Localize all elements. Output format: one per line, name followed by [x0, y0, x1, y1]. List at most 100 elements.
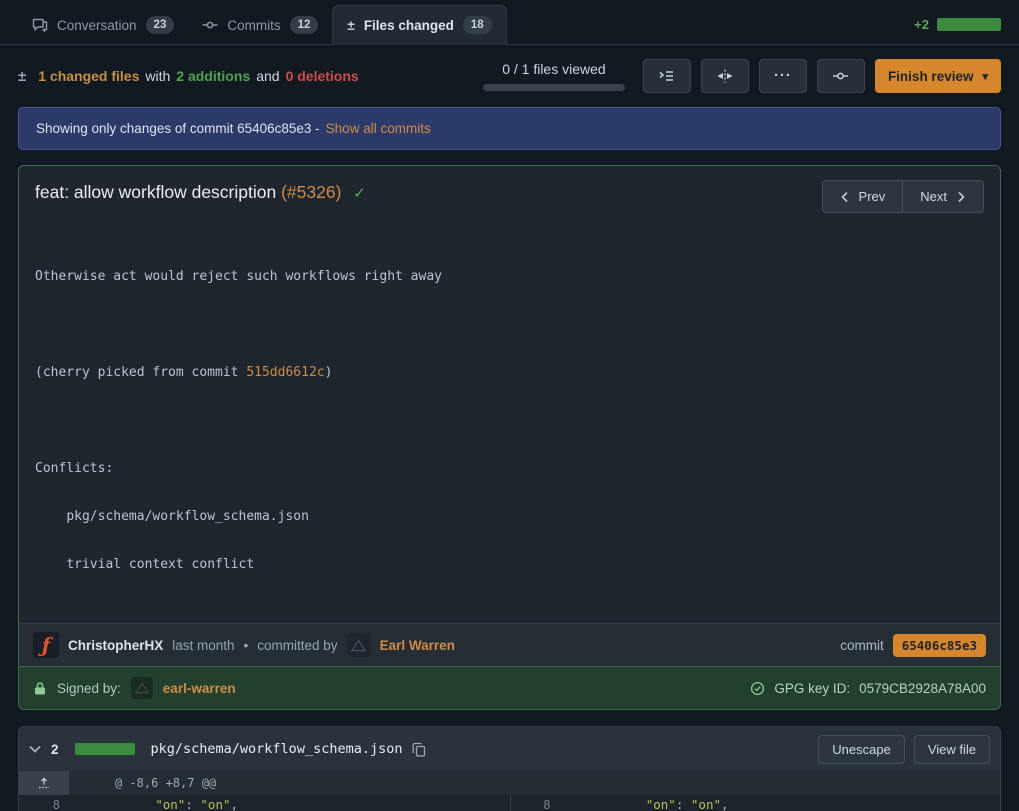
kebab-icon: ··· [774, 71, 792, 81]
lock-icon [33, 681, 47, 696]
committed-by-label: committed by [257, 638, 337, 653]
hunk-header-text: @ -8,6 +8,7 @@ [69, 771, 1000, 795]
copy-path-icon[interactable] [412, 742, 426, 757]
conversation-icon [32, 17, 48, 33]
triangle-avatar-icon [135, 682, 149, 694]
gpg-key-id: 0579CB2928A78A00 [859, 681, 986, 696]
expand-hunk-button[interactable] [19, 771, 69, 795]
signed-by-label: Signed by: [57, 681, 121, 696]
diff-code-cell: "on": "on", [95, 795, 510, 811]
prev-commit-button[interactable]: Prev [823, 181, 903, 212]
commit-author-row: ƒ ChristopherHX last month • committed b… [19, 623, 1000, 666]
cherry-pick-text: ) [325, 365, 333, 380]
committer-name-link[interactable]: Earl Warren [380, 638, 455, 653]
conflict-note: trivial context conflict [35, 557, 984, 573]
deletions-count: 0 deletions [286, 68, 359, 84]
commit-title-text: feat: allow workflow description [35, 182, 276, 202]
caret-down-icon: ▾ [982, 70, 988, 83]
committer-avatar[interactable] [347, 633, 371, 657]
commit-message-box: feat: allow workflow description (#5326)… [18, 165, 1001, 710]
author-name-link[interactable]: ChristopherHX [68, 638, 163, 653]
commits-icon [202, 17, 218, 33]
commit-message-line: Otherwise act would reject such workflow… [35, 269, 984, 285]
review-controls: 0 / 1 files viewed ··· Finish review ▾ [483, 59, 1001, 93]
summary-text: with [145, 68, 170, 84]
gpg-key-info: GPG key ID: 0579CB2928A78A00 [750, 681, 986, 696]
tab-count-badge: 18 [463, 16, 492, 34]
cherry-pick-line: (cherry picked from commit 515dd6612c) [35, 365, 984, 381]
split-view-toggle-button[interactable] [701, 59, 749, 93]
signer-avatar[interactable] [131, 677, 153, 699]
tab-count-badge: 23 [146, 16, 175, 34]
file-diffstat-bar [75, 743, 135, 755]
commit-label: commit [840, 638, 884, 653]
signer-name-link[interactable]: earl-warren [163, 681, 236, 696]
files-viewed-progressbar [483, 84, 625, 91]
verified-check-icon: ✓ [353, 185, 366, 202]
commit-time: last month [172, 638, 234, 653]
tab-label: Commits [227, 18, 280, 33]
files-viewed: 0 / 1 files viewed [483, 61, 625, 91]
next-label: Next [920, 189, 947, 204]
diffstat-bar [937, 18, 1001, 31]
files-viewed-label: 0 / 1 files viewed [502, 61, 606, 77]
issue-reference-link[interactable]: (#5326) [281, 182, 341, 202]
triangle-avatar-icon [351, 639, 366, 652]
tab-count-badge: 12 [290, 16, 319, 34]
collapse-file-chevron[interactable] [29, 745, 41, 753]
tab-files-changed[interactable]: ± Files changed 18 [332, 5, 506, 45]
dot-separator: • [244, 638, 249, 653]
tab-conversation[interactable]: Conversation 23 [18, 6, 188, 44]
commit-filter-notice: Showing only changes of commit 65406c85e… [18, 107, 1001, 150]
diff-code-cell: "on": "on", [586, 795, 1001, 811]
next-commit-button[interactable]: Next [902, 181, 983, 212]
blank-line [35, 317, 984, 333]
cherry-pick-hash-link[interactable]: 515dd6612c [246, 365, 324, 380]
file-changed-lines-count: 2 [51, 742, 59, 757]
view-file-button[interactable]: View file [914, 735, 990, 764]
finish-review-label: Finish review [888, 69, 974, 84]
file-header-buttons: Unescape View file [818, 735, 990, 764]
tab-commits[interactable]: Commits 12 [188, 6, 332, 44]
diff-rows: 8 "on": "on",8 "on": "on",9 "name": "wor… [19, 795, 1000, 811]
author-avatar[interactable]: ƒ [33, 632, 59, 658]
finish-review-button[interactable]: Finish review ▾ [875, 59, 1001, 93]
file-tree-toggle-button[interactable] [643, 59, 691, 93]
diff-file-box: 2 pkg/schema/workflow_schema.json Unesca… [18, 726, 1001, 811]
gpg-key-label: GPG key ID: [774, 681, 850, 696]
chevron-left-icon [840, 191, 850, 203]
tab-label: Conversation [57, 18, 137, 33]
file-tree-icon [658, 68, 675, 84]
prev-next-group: Prev Next [822, 180, 984, 213]
chevron-right-icon [956, 191, 966, 203]
hunk-header-row: @ -8,6 +8,7 @@ [19, 771, 1000, 795]
commit-title: feat: allow workflow description (#5326)… [35, 180, 366, 206]
diffstat-additions: +2 [914, 17, 929, 32]
prev-label: Prev [859, 189, 886, 204]
split-view-icon [717, 68, 733, 84]
changed-files-summary: ± 1 changed files with 2 additions and 0… [0, 45, 1019, 107]
unescape-button[interactable]: Unescape [818, 735, 905, 764]
diff-file-header: 2 pkg/schema/workflow_schema.json Unesca… [19, 727, 1000, 771]
changed-files-count: 1 changed files [38, 68, 139, 84]
commit-hash-badge[interactable]: 65406c85e3 [893, 634, 986, 657]
expand-up-icon [37, 776, 51, 790]
diff-line-number[interactable]: 8 [510, 795, 560, 811]
diff-line-sign [560, 795, 586, 811]
commit-message-body: Otherwise act would reject such workflow… [19, 223, 1000, 623]
diff-line-number[interactable]: 8 [19, 795, 69, 811]
more-options-button[interactable]: ··· [759, 59, 807, 93]
show-all-commits-link[interactable]: Show all commits [326, 121, 431, 136]
pr-diffstat: +2 [914, 17, 1001, 44]
conflicts-title: Conflicts: [35, 461, 984, 477]
blank-line [35, 413, 984, 429]
diff-icon: ± [347, 18, 354, 33]
commit-icon [832, 68, 849, 84]
file-name[interactable]: pkg/schema/workflow_schema.json [151, 741, 403, 757]
verified-badge-icon [750, 681, 765, 696]
conflict-file: pkg/schema/workflow_schema.json [35, 509, 984, 525]
commit-select-button[interactable] [817, 59, 865, 93]
notice-text: Showing only changes of commit 65406c85e… [36, 121, 320, 136]
signature-banner: Signed by: earl-warren GPG key ID: 0579C… [19, 666, 1000, 709]
diff-line-sign [69, 795, 95, 811]
